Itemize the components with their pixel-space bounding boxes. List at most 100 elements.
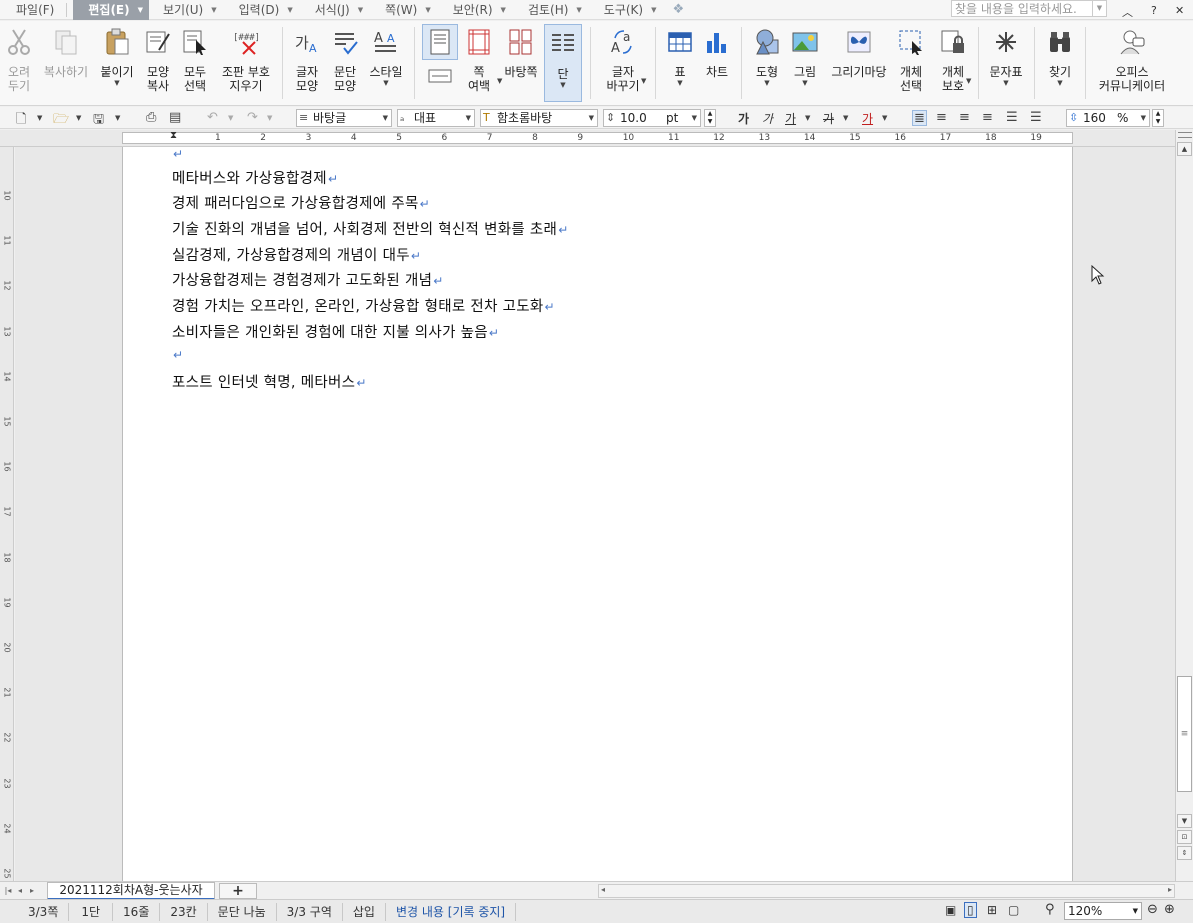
document-line[interactable]: 소비자들은 개인화된 경험에 대한 지불 의사가 높음↵ — [172, 321, 499, 342]
chevron-down-icon[interactable]: ▼ — [576, 6, 581, 14]
chart-button[interactable]: 차트 — [702, 23, 732, 79]
tab-document[interactable]: 2021112회차A형-웃는사자 — [47, 882, 215, 900]
undo-icon[interactable]: ↶ — [207, 110, 218, 126]
chevron-up-icon[interactable]: ︿ — [1122, 4, 1133, 20]
chevron-down-icon[interactable]: ▼ — [383, 79, 388, 87]
chevron-down-icon[interactable]: ▼ — [287, 6, 292, 14]
chevron-down-icon[interactable]: ▼ — [466, 110, 471, 126]
find-button[interactable]: 찾기 ▼ — [1045, 23, 1075, 87]
zoom-in-icon[interactable]: ⊕ — [1164, 902, 1175, 917]
underline-button[interactable]: 가 — [785, 110, 796, 127]
chevron-down-icon[interactable]: ▼ — [211, 6, 216, 14]
font-size-spinner[interactable]: ▲ ▼ — [704, 109, 716, 127]
document-line[interactable]: 기술 진화의 개념을 넘어, 사회경제 전반의 혁신적 변화를 초래↵ — [172, 218, 569, 239]
align-center-icon[interactable]: ≡ — [959, 110, 970, 126]
scroll-thumb[interactable]: ≡ — [1177, 676, 1192, 792]
chevron-down-icon[interactable]: ▼ — [501, 6, 506, 14]
tab-first-icon[interactable]: |◂ — [2, 884, 14, 897]
chevron-down-icon[interactable]: ▼ — [692, 110, 697, 126]
print-preview-icon[interactable]: ▤ — [169, 110, 181, 126]
chevron-down-icon[interactable]: ▼ — [966, 77, 971, 85]
chevron-down-icon[interactable]: ▼ — [560, 81, 565, 89]
document-line[interactable]: 가상융합경제는 경험경제가 고도화된 개념↵ — [172, 269, 444, 290]
add-tab-button[interactable]: + — [219, 883, 257, 899]
language-combo[interactable]: ₐ 대표 ▼ — [397, 109, 475, 127]
column-button[interactable]: 단 ▼ — [544, 24, 582, 102]
chevron-down-icon[interactable]: ▼ — [1141, 110, 1146, 126]
close-icon[interactable]: ✕ — [1175, 4, 1184, 17]
open-folder-icon[interactable]: 🗁 — [53, 110, 69, 127]
object-select-button[interactable]: 개체 선택 — [896, 23, 926, 93]
font-combo[interactable]: T 함초롬바탕 ▼ — [480, 109, 598, 127]
align-right-icon[interactable]: ≡ — [982, 110, 993, 126]
document-line[interactable]: 실감경제, 가상융합경제의 개념이 대두↵ — [172, 244, 421, 265]
chevron-down-icon[interactable]: ▼ — [76, 114, 81, 130]
scroll-left-icon[interactable]: ◂ — [601, 885, 605, 894]
status-page[interactable]: 3/3쪽 — [0, 902, 70, 921]
document-line[interactable]: ↵ — [172, 147, 183, 162]
font-color-button[interactable]: 가 — [862, 110, 873, 127]
select-all-button[interactable]: 모두 선택 — [180, 23, 210, 93]
chevron-down-icon[interactable]: ▼ — [115, 114, 120, 130]
style-combo[interactable]: ≡ 바탕글 ▼ — [296, 109, 392, 127]
tab-prev-icon[interactable]: ◂ — [14, 884, 26, 897]
chevron-down-icon[interactable]: ▼ — [802, 79, 807, 87]
align-justify-icon[interactable]: ≣ — [912, 110, 927, 126]
menu-edit[interactable]: 편집(E) ▼ — [73, 0, 149, 20]
status-section[interactable]: 3/3 구역 — [277, 902, 343, 921]
chevron-down-icon[interactable]: ▼ — [641, 77, 646, 85]
office-community-button[interactable]: 오피스 커뮤니케이터 — [1093, 23, 1171, 93]
font-size-combo[interactable]: ⇕ 10.0 pt ▼ — [603, 109, 701, 127]
char-spacing-spinner[interactable]: ▲ ▼ — [1152, 109, 1164, 127]
style-button[interactable]: AA 스타일 ▼ — [367, 23, 405, 87]
symbol-button[interactable]: 문자표 ▼ — [986, 23, 1026, 87]
view-fit-icon[interactable]: ▣ — [945, 903, 956, 917]
menu-format[interactable]: 서식(J) ▼ — [309, 0, 379, 20]
document-line[interactable]: ↵ — [172, 347, 183, 363]
menu-file[interactable]: 파일(F) — [0, 0, 60, 20]
copy-button[interactable]: 복사하기 — [40, 23, 92, 79]
shape-button[interactable]: 도형 ▼ — [752, 23, 782, 87]
menu-view[interactable]: 보기(U) ▼ — [149, 0, 233, 20]
object-protect-button[interactable]: 개체 보호 ▼ — [936, 23, 971, 93]
chevron-down-icon[interactable]: ▼ — [267, 114, 272, 130]
align-left-icon[interactable]: ≡ — [936, 110, 947, 126]
menu-insert[interactable]: 입력(D) ▼ — [233, 0, 309, 20]
chevron-down-icon[interactable]: ▼ — [1133, 903, 1138, 919]
page-layout-button[interactable] — [421, 24, 459, 87]
align-distribute-icon[interactable]: ☰ — [1006, 110, 1018, 126]
chevron-down-icon[interactable]: ▼ — [764, 79, 769, 87]
menu-page[interactable]: 쪽(W) ▼ — [379, 0, 447, 20]
chevron-down-icon[interactable]: ▼ — [228, 114, 233, 130]
bold-button[interactable]: 가 — [738, 110, 749, 127]
para-shape-button[interactable]: 문단 모양 — [330, 23, 360, 93]
table-button[interactable]: 표 ▼ — [666, 23, 694, 87]
chevron-down-icon[interactable]: ▼ — [358, 6, 363, 14]
paste-button[interactable]: 붙이기 ▼ — [97, 23, 137, 87]
document-line[interactable]: 경험 가치는 오프라인, 온라인, 가상융합 형태로 전차 고도화↵ — [172, 295, 555, 316]
cut-button[interactable]: 오려 두기 — [5, 23, 33, 93]
tab-next-icon[interactable]: ▸ — [26, 884, 38, 897]
document-line[interactable]: 포스트 인터넷 혁명, 메타버스↵ — [172, 371, 367, 392]
chevron-down-icon[interactable]: ▼ — [1057, 79, 1062, 87]
menu-security[interactable]: 보안(R) ▼ — [447, 0, 522, 20]
status-insert-mode[interactable]: 삽입 — [343, 902, 386, 921]
vertical-ruler[interactable]: 10 11 12 13 14 15 16 17 18 19 20 21 22 23 24 25 — [0, 147, 14, 881]
prev-page-button[interactable]: ⊡ — [1177, 830, 1192, 844]
chevron-down-icon[interactable]: ▼ — [37, 114, 42, 130]
format-copy-button[interactable]: 모양 복사 — [143, 23, 173, 93]
next-page-button[interactable]: ⇕ — [1177, 846, 1192, 860]
italic-button[interactable]: 가 — [762, 110, 773, 127]
align-divide-icon[interactable]: ☰ — [1030, 110, 1042, 126]
save-icon[interactable]: 🖫 — [93, 110, 104, 127]
chevron-down-icon[interactable]: ▼ — [651, 6, 656, 14]
indent-marker-icon[interactable]: ⧗ — [170, 130, 177, 141]
page[interactable]: ↵ 메타버스와 가상융합경제↵ 경제 패러다임으로 가상융합경제에 주목↵ 기술 진화… — [122, 147, 1073, 881]
chevron-down-icon[interactable]: ▼ — [805, 114, 810, 130]
chevron-down-icon[interactable]: ▼ — [843, 114, 848, 130]
clear-marks-button[interactable]: [###] 조판 부호 지우기 — [218, 23, 274, 93]
menu-review[interactable]: 검토(H) ▼ — [522, 0, 598, 20]
view-full-icon[interactable]: ▢ — [1008, 903, 1019, 917]
chevron-down-icon[interactable]: ▼ — [882, 114, 887, 130]
print-icon[interactable]: ⎙ — [146, 110, 156, 126]
